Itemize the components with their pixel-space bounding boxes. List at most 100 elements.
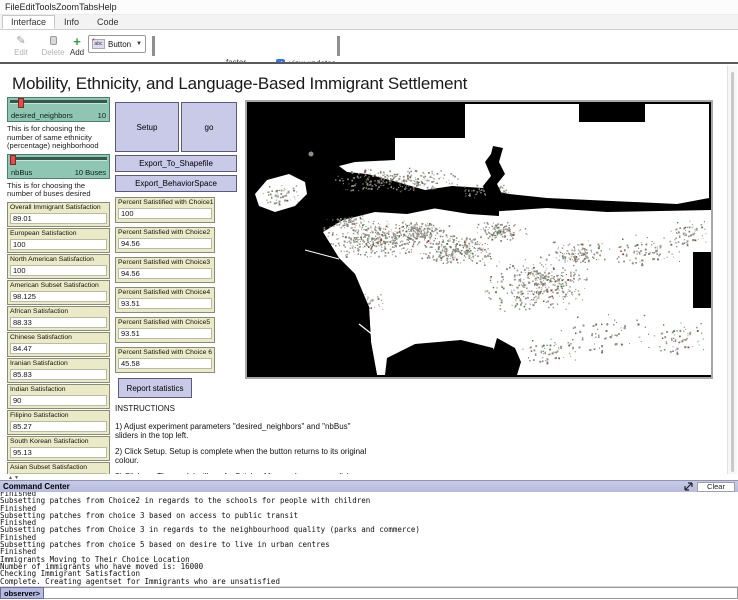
satisfaction-monitor: African Satisfaction 88.33: [7, 306, 110, 331]
monitor-label: Indian Satisfaction: [8, 385, 109, 394]
command-output-line: Complete. Creating agentset for Immigran…: [0, 578, 738, 585]
go-button[interactable]: go: [181, 102, 237, 152]
monitor-label: North American Satisfaction: [8, 255, 109, 264]
tab-bar: Interface Info Code: [0, 15, 738, 30]
model-title: Mobility, Ethnicity, and Language-Based …: [12, 74, 467, 94]
monitor-label: African Satisfaction: [8, 307, 109, 316]
monitor-value: 93.51: [118, 328, 212, 339]
monitor-value: 45.58: [118, 358, 212, 369]
satisfaction-monitor: Filipino Satisfaction 85.27: [7, 410, 110, 435]
command-output-line: Subsetting patches from Choice 3 in rega…: [0, 526, 738, 533]
command-center-output[interactable]: FinishedSubsetting patches from Choice2 …: [0, 492, 738, 587]
satisfaction-monitor: Overall Immigrant Satisfaction 89.01: [7, 202, 110, 227]
scrollbar-thumb[interactable]: [731, 72, 734, 472]
world-view[interactable]: [245, 100, 713, 379]
export-behaviorspace-button[interactable]: Export_BehaviorSpace: [115, 175, 237, 192]
menu-item[interactable]: Help: [98, 2, 117, 12]
choice-monitor: Percent Satisfied with Choice 6 45.58: [115, 347, 215, 373]
edit-widget-button[interactable]: ✎ Edit: [6, 32, 36, 60]
monitor-value: 100: [10, 265, 107, 276]
tab-info[interactable]: Info: [55, 15, 88, 29]
monitor-value: 100: [118, 208, 212, 219]
choice-monitor: Percent Satisfied with Choice2 94.56: [115, 227, 215, 253]
command-center-header: Command Center Clear: [0, 480, 738, 492]
slider-handle[interactable]: [10, 155, 16, 165]
command-output-line: Subsetting patches from Choice2 in regar…: [0, 497, 738, 504]
pencil-icon: ✎: [16, 36, 25, 48]
chevron-down-icon: ▼: [136, 41, 142, 47]
menu-item[interactable]: Tools: [35, 2, 56, 12]
monitor-value: 94.56: [118, 268, 212, 279]
slider-nbbus[interactable]: nbBus 10 Buses: [7, 154, 110, 179]
command-output-line: Subsetting patches from choice 5 based o…: [0, 541, 738, 548]
slider-note: This is for choosing the number of same …: [7, 125, 110, 151]
slider-note: This is for choosing the number of buses…: [7, 182, 110, 199]
monitor-value: 100: [10, 239, 107, 250]
menu-item[interactable]: Tabs: [79, 2, 98, 12]
monitor-value: 84.47: [10, 343, 107, 354]
satisfaction-monitor: Chinese Satisfaction 84.47: [7, 332, 110, 357]
clear-button[interactable]: Clear: [697, 482, 735, 492]
interface-scrollbar[interactable]: [727, 66, 737, 480]
monitor-value: 85.83: [10, 369, 107, 380]
choice-monitor: Percent Satisfied with Choice4 93.51: [115, 287, 215, 313]
monitor-label: Filipino Satisfaction: [8, 411, 109, 420]
monitor-label: Percent Satisfied with Choice2: [116, 228, 214, 237]
slider-value: 10 Buses: [75, 168, 106, 177]
slider-desired-neighbors[interactable]: desired_neighbors 10: [7, 97, 110, 122]
satisfaction-monitor: Iranian Satisfaction 85.83: [7, 358, 110, 383]
report-statistics-button[interactable]: Report statistics: [118, 378, 192, 398]
monitor-label: Overall Immigrant Satisfaction: [8, 203, 109, 212]
widget-type-dropdown[interactable]: abc Button ▼: [88, 35, 146, 53]
toolbar-separator: [152, 36, 155, 56]
monitor-value: 85.27: [10, 421, 107, 432]
monitor-label: American Subset Satisfaction: [8, 281, 109, 290]
monitor-label: Percent Satisfied with Choice5: [116, 318, 214, 327]
export-shapefile-button[interactable]: Export_To_Shapefile: [115, 155, 237, 172]
monitor-value: 98.125: [10, 291, 107, 302]
command-output-line: Subsetting patches from choice 3 based o…: [0, 512, 738, 519]
satisfaction-monitor: North American Satisfaction 100: [7, 254, 110, 279]
command-input[interactable]: [44, 587, 738, 599]
left-widget-column: desired_neighbors 10 This is for choosin…: [7, 97, 110, 480]
monitor-label: Chinese Satisfaction: [8, 333, 109, 342]
setup-button[interactable]: Setup: [115, 102, 179, 152]
tab-code[interactable]: Code: [88, 15, 128, 29]
monitor-value: 95.13: [10, 447, 107, 458]
observer-context-dropdown[interactable]: observer>: [0, 587, 44, 599]
monitor-value: 90: [10, 395, 107, 406]
choice-monitor: Percent Satisfied with Choice3 94.56: [115, 257, 215, 283]
plus-icon: +: [73, 36, 81, 48]
interface-panel: Mobility, Ethnicity, and Language-Based …: [0, 62, 738, 480]
eraser-icon: [50, 36, 57, 48]
monitor-value: 88.33: [10, 317, 107, 328]
netlogo-window: FileEditToolsZoomTabsHelp Interface Info…: [0, 0, 738, 600]
slider-name: nbBus: [11, 168, 32, 177]
slider-handle[interactable]: [18, 98, 24, 108]
satisfaction-monitor: European Satisfaction 100: [7, 228, 110, 253]
instruction-step: 2) Click Setup. Setup is complete when t…: [115, 447, 373, 466]
button-widget-icon: abc: [92, 39, 105, 49]
monitor-label: Percent Satisfied with Choice3: [116, 258, 214, 267]
tab-interface[interactable]: Interface: [2, 15, 55, 29]
choice-monitor: Percent Satistified with Choice1 100: [115, 197, 215, 223]
instructions-heading: INSTRUCTIONS: [115, 404, 373, 414]
menu-item[interactable]: File: [5, 2, 20, 12]
menu-item[interactable]: Edit: [20, 2, 36, 12]
toolbar: ✎ Edit Delete + Add abc Button ▼ faster …: [0, 30, 738, 62]
monitor-label: Percent Satisfied with Choice4: [116, 288, 214, 297]
middle-widget-column: Setup go Export_To_Shapefile Export_Beha…: [115, 102, 237, 480]
satisfaction-monitor: Indian Satisfaction 90: [7, 384, 110, 409]
monitor-label: Percent Satistified with Choice1: [116, 198, 214, 207]
monitor-label: Iranian Satisfaction: [8, 359, 109, 368]
settlement-map: [247, 102, 711, 377]
resize-icon[interactable]: [684, 482, 693, 491]
satisfaction-monitor: South Korean Satisfaction 95.13: [7, 436, 110, 461]
monitor-label: Asian Subset Satisfaction: [8, 463, 109, 472]
monitor-value: 94.56: [118, 238, 212, 249]
monitor-value: 93.51: [118, 298, 212, 309]
menu-item[interactable]: Zoom: [56, 2, 79, 12]
command-center-title: Command Center: [3, 482, 70, 491]
monitor-label: Percent Satisfied with Choice 6: [116, 348, 214, 357]
command-prompt-row: observer>: [0, 587, 738, 599]
